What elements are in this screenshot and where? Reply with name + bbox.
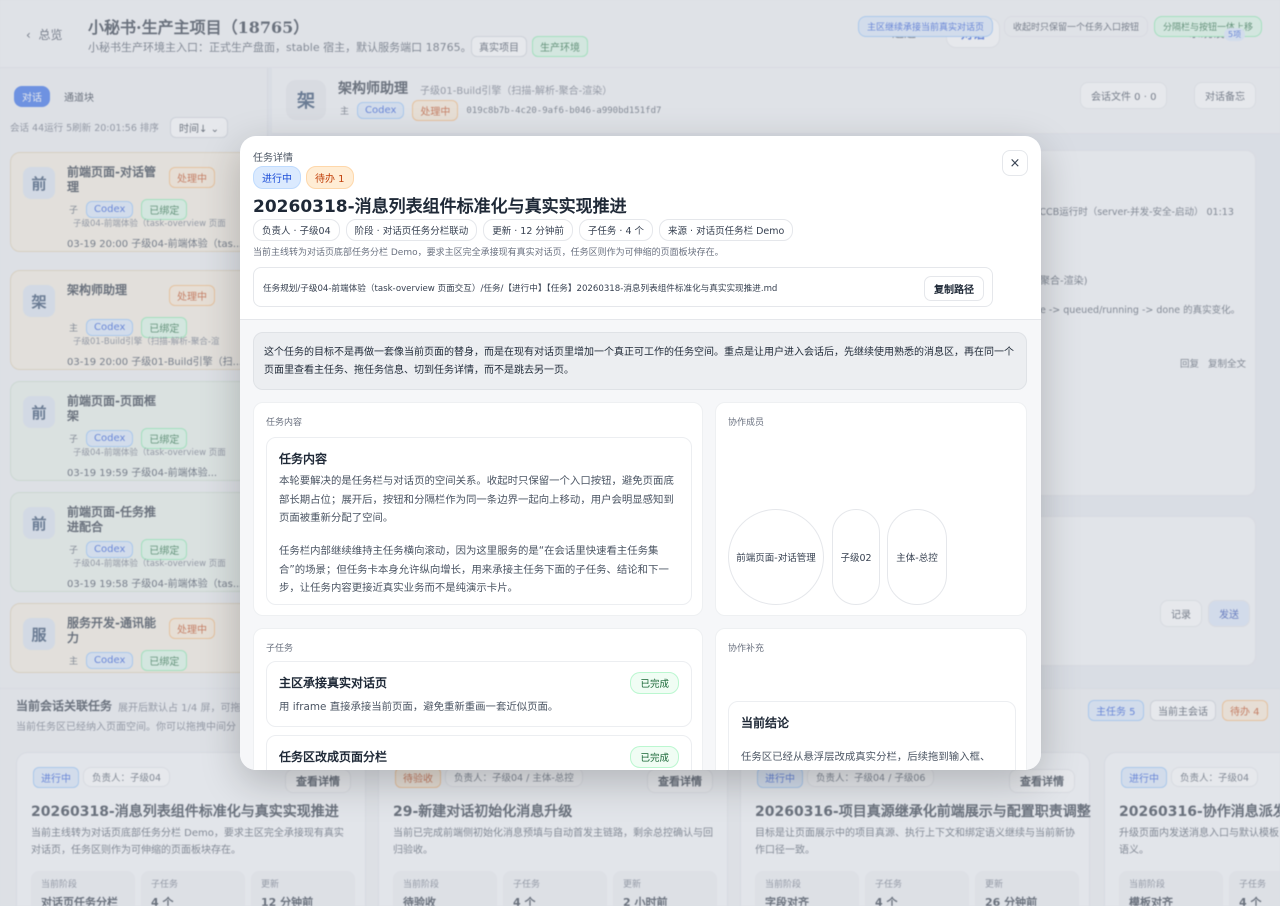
close-button[interactable]: × bbox=[1002, 150, 1028, 176]
path-box: 任务规划/子级04-前端体验（task-overview 页面交互）/任务/【进… bbox=[253, 267, 993, 307]
subtask-item[interactable]: 主区承接真实对话页 用 iframe 直接承接当前页面，避免重新重画一套近似页面… bbox=[266, 661, 692, 727]
panel-tag: 协作补充 bbox=[728, 644, 765, 654]
subtask-title: 任务区改成页面分栏 bbox=[279, 750, 388, 764]
modal-title: 20260318-消息列表组件标准化与真实实现推进 bbox=[253, 197, 627, 217]
member-avatar[interactable]: 子级02 bbox=[832, 509, 880, 605]
modal-caption: 任务详情 bbox=[253, 153, 293, 164]
subtask-title: 主区承接真实对话页 bbox=[279, 676, 388, 690]
member-avatar[interactable]: 主体-总控 bbox=[887, 509, 947, 605]
meta-stage: 阶段 · 对话页任务分栏联动 bbox=[345, 219, 478, 241]
subtask-item[interactable]: 任务区改成页面分栏 已完成 bbox=[266, 735, 692, 770]
modal-body[interactable]: 这个任务的目标不是再做一套像当前页面的替身，而是在现有对话页里增加一个真正可工作… bbox=[240, 320, 1041, 770]
conclusion-text: 任务区已经从悬浮层改成真实分栏，后续拖到输入框、 bbox=[741, 751, 991, 763]
todo-badge: 待办 1 bbox=[306, 166, 354, 189]
task-path: 任务规划/子级04-前端体验（task-overview 页面交互）/任务/【进… bbox=[263, 284, 778, 294]
members-panel: 协作成员 前端页面-对话管理 子级02 主体-总控 bbox=[715, 402, 1027, 616]
status-badge: 进行中 bbox=[253, 166, 301, 189]
conclusion-heading: 当前结论 bbox=[741, 716, 790, 730]
conclusion-card: 当前结论 任务区已经从悬浮层改成真实分栏，后续拖到输入框、 bbox=[728, 701, 1016, 770]
copy-path-button[interactable]: 复制路径 bbox=[924, 276, 984, 301]
panel-tag: 任务内容 bbox=[266, 418, 303, 428]
content-heading: 任务内容 bbox=[279, 452, 328, 466]
meta-source: 来源 · 对话页任务栏 Demo bbox=[659, 219, 794, 241]
subtasks-panel: 子任务 主区承接真实对话页 用 iframe 直接承接当前页面，避免重新重画一套… bbox=[253, 628, 703, 770]
meta-owner: 负责人 · 子级04 bbox=[253, 219, 340, 241]
meta-subtasks: 子任务 · 4 个 bbox=[578, 219, 654, 241]
meta-updated: 更新 · 12 分钟前 bbox=[483, 219, 573, 241]
panel-tag: 子任务 bbox=[266, 644, 294, 654]
content-panel: 任务内容 任务内容 本轮要解决的是任务栏与对话页的空间关系。收起时只保留一个入口… bbox=[253, 402, 703, 616]
done-badge: 已完成 bbox=[630, 746, 679, 768]
panel-tag: 协作成员 bbox=[728, 418, 765, 428]
modal-summary: 当前主线转为对话页底部任务分栏 Demo，要求主区完全承接现有真实对话页，任务区… bbox=[253, 248, 724, 258]
content-paragraph: 本轮要解决的是任务栏与对话页的空间关系。收起时只保留一个入口按钮，避免页面底部长… bbox=[279, 475, 674, 524]
done-badge: 已完成 bbox=[630, 672, 679, 694]
content-card: 任务内容 本轮要解决的是任务栏与对话页的空间关系。收起时只保留一个入口按钮，避免… bbox=[266, 437, 692, 605]
close-icon: × bbox=[1009, 155, 1021, 171]
task-detail-modal: 任务详情 进行中 待办 1 × 20260318-消息列表组件标准化与真实实现推… bbox=[240, 136, 1041, 770]
modal-meta: 负责人 · 子级04 阶段 · 对话页任务分栏联动 更新 · 12 分钟前 子任… bbox=[253, 219, 794, 241]
subtask-desc: 用 iframe 直接承接当前页面，避免重新重画一套近似页面。 bbox=[279, 701, 559, 713]
intro-callout: 这个任务的目标不是再做一套像当前页面的替身，而是在现有对话页里增加一个真正可工作… bbox=[253, 332, 1027, 390]
supplement-panel: 协作补充 当前结论 任务区已经从悬浮层改成真实分栏，后续拖到输入框、 bbox=[715, 628, 1027, 770]
content-paragraph: 任务栏内部继续维持主任务横向滚动，因为这里服务的是“在会话里快速看主任务集合”的… bbox=[279, 545, 669, 594]
member-avatar[interactable]: 前端页面-对话管理 bbox=[728, 509, 824, 605]
